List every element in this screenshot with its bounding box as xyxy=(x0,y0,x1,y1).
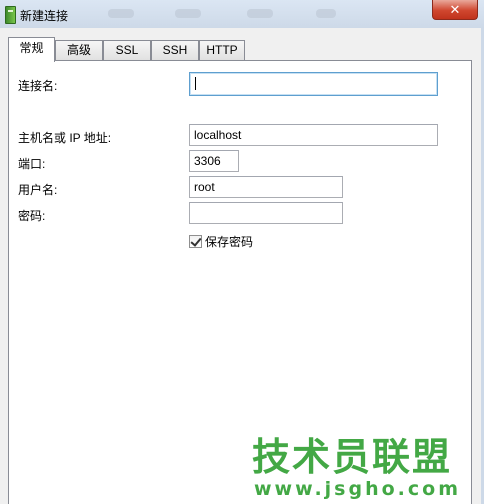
watermark-title: 技术员联盟 xyxy=(252,435,453,479)
tab-ssl[interactable]: SSL xyxy=(103,40,151,60)
blurred-menu-item xyxy=(108,9,134,18)
connection-name-input[interactable] xyxy=(189,72,438,96)
close-button[interactable]: ✕ xyxy=(432,0,478,20)
tab-advanced[interactable]: 高级 xyxy=(55,40,103,60)
tab-http[interactable]: HTTP xyxy=(199,40,245,60)
connection-name-label: 连接名: xyxy=(18,79,58,93)
password-label: 密码: xyxy=(18,209,46,223)
text-caret xyxy=(195,77,196,90)
watermark-url: www.jsgho.com xyxy=(254,478,461,500)
port-input[interactable]: 3306 xyxy=(189,150,239,172)
tab-label: SSL xyxy=(115,43,139,57)
username-input[interactable]: root xyxy=(189,176,343,198)
username-label: 用户名: xyxy=(18,183,58,197)
host-label: 主机名或 IP 地址: xyxy=(18,131,112,145)
title-bar: 新建连接 ✕ xyxy=(0,0,484,28)
tab-label: 高级 xyxy=(66,43,91,57)
blurred-menu-item xyxy=(247,9,273,18)
app-icon xyxy=(5,6,16,24)
port-label: 端口: xyxy=(18,157,46,171)
tab-general[interactable]: 常规 xyxy=(8,37,55,62)
password-input[interactable] xyxy=(189,202,343,224)
tab-label: 常规 xyxy=(19,41,44,55)
save-password-checkbox[interactable] xyxy=(189,235,202,248)
close-icon: ✕ xyxy=(449,2,461,17)
window-title: 新建连接 xyxy=(20,9,69,23)
tab-ssh[interactable]: SSH xyxy=(151,40,199,60)
save-password-option[interactable]: 保存密码 xyxy=(189,233,253,250)
blurred-menu-item xyxy=(175,9,201,18)
host-input[interactable]: localhost xyxy=(189,124,438,146)
tab-label: HTTP xyxy=(206,43,238,57)
save-password-label: 保存密码 xyxy=(205,235,254,249)
tab-label: SSH xyxy=(162,43,188,57)
blurred-menu-item xyxy=(316,9,336,18)
